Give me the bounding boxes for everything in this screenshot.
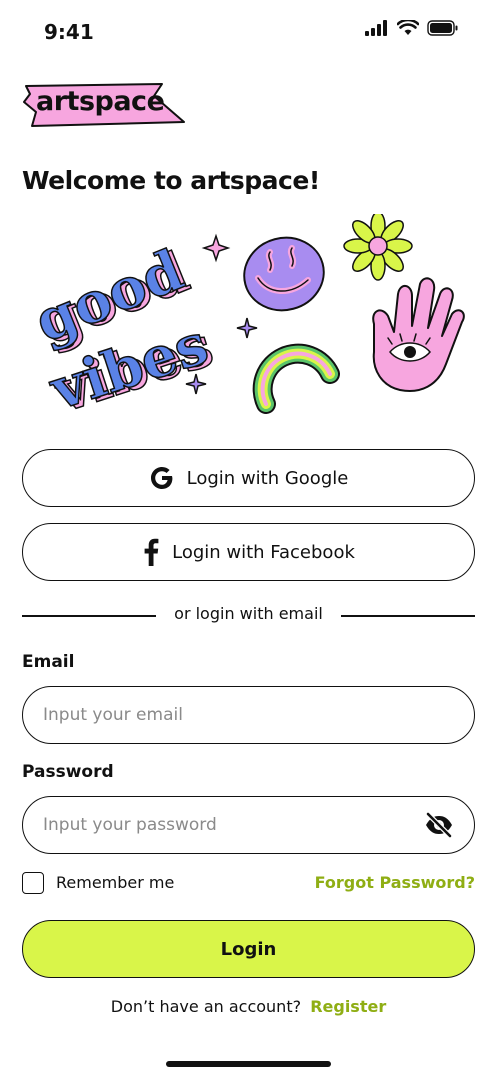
register-link[interactable]: Register	[310, 997, 386, 1016]
divider-line	[341, 615, 475, 617]
battery-icon	[427, 20, 458, 36]
register-row: Don’t have an account? Register	[0, 997, 497, 1016]
divider-text: or login with email	[174, 604, 323, 623]
status-time: 9:41	[44, 20, 94, 44]
remember-label[interactable]: Remember me	[56, 873, 174, 892]
sparkle-icon	[201, 233, 231, 263]
good-vibes-sticker: good good vibes vibes	[25, 236, 221, 427]
password-field[interactable]	[43, 797, 423, 852]
smiley-sticker	[243, 236, 325, 312]
forgot-password-link[interactable]: Forgot Password?	[315, 873, 475, 892]
register-prompt: Don’t have an account?	[110, 997, 302, 1016]
facebook-icon	[144, 538, 159, 566]
login-button[interactable]: Login	[22, 920, 475, 978]
home-indicator[interactable]	[166, 1061, 331, 1067]
password-label: Password	[22, 762, 114, 782]
artspace-logo: artspace	[22, 82, 186, 128]
login-label: Login	[220, 938, 277, 960]
email-label: Email	[22, 652, 75, 672]
hero-illustration: good good vibes vibes	[22, 211, 475, 427]
sparkle-icon	[236, 317, 258, 339]
eye-off-icon[interactable]	[424, 812, 454, 838]
email-field[interactable]	[43, 687, 423, 742]
hand-eye-sticker	[372, 277, 465, 392]
password-field-box	[22, 796, 475, 854]
email-field-box	[22, 686, 475, 744]
remember-row: Remember me Forgot Password?	[22, 871, 475, 895]
status-bar: 9:41	[0, 0, 497, 62]
email-divider: or login with email	[22, 604, 475, 626]
remember-checkbox[interactable]	[22, 872, 44, 894]
logo-text: artspace	[36, 86, 165, 117]
rainbow-sticker	[252, 343, 340, 414]
flower-sticker	[343, 211, 413, 281]
google-login-button[interactable]: Login with Google	[22, 449, 475, 507]
signal-icon	[365, 20, 387, 36]
google-login-label: Login with Google	[186, 467, 349, 489]
page-title: Welcome to artspace!	[22, 166, 320, 195]
facebook-login-button[interactable]: Login with Facebook	[22, 523, 475, 581]
facebook-login-label: Login with Facebook	[172, 541, 355, 563]
wifi-icon	[397, 20, 419, 35]
status-icons	[365, 20, 459, 36]
google-icon	[150, 467, 173, 489]
